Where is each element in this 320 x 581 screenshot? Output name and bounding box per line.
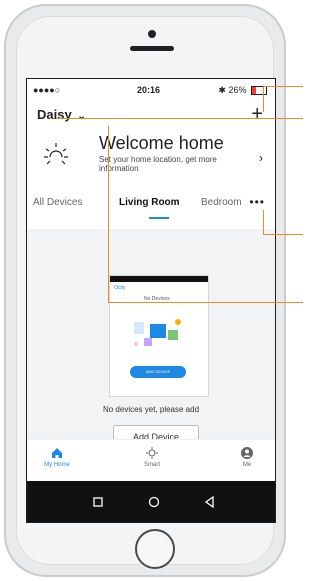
home-name: Daisy <box>37 107 72 122</box>
speaker-slot <box>130 46 174 51</box>
carrier-signal: ●●●●○ <box>33 85 61 95</box>
bluetooth-icon: ✱ <box>218 85 226 95</box>
sun-icon <box>146 447 158 459</box>
nav-my-home[interactable]: My Home <box>27 446 87 468</box>
app-preview-image: Ocity No Devices ADD DEVICE <box>109 275 209 397</box>
callout-line <box>108 126 109 302</box>
callout-line <box>263 86 303 87</box>
active-tab-indicator <box>149 217 169 219</box>
house-icon <box>52 448 62 458</box>
hardware-home-button[interactable] <box>135 529 175 569</box>
callout-line <box>108 302 303 303</box>
welcome-title: Welcome home <box>99 133 224 153</box>
camera-icon <box>148 30 156 38</box>
callout-line <box>263 86 264 112</box>
callout-line <box>263 210 264 234</box>
add-button[interactable]: + <box>251 104 263 124</box>
nav-label: Smart <box>143 462 160 468</box>
room-tabs: All Devices Living Room Bedroom ••• <box>27 195 275 219</box>
status-time: 20:16 <box>137 85 161 95</box>
header: Daisy ⌄ + <box>27 104 275 127</box>
nav-label: Me <box>242 462 252 468</box>
battery-percent: 26% <box>228 85 247 95</box>
phone-frame: ●●●●○ 20:16 ✱ 26% Daisy ⌄ + Welcome home… <box>4 4 303 577</box>
status-right: ✱ 26% <box>218 85 267 96</box>
nav-smart[interactable]: Smart <box>122 446 182 468</box>
chevron-right-icon: › <box>259 151 263 165</box>
welcome-subtitle: Set your home location, get more informa… <box>99 155 217 173</box>
person-icon <box>241 447 253 459</box>
bottom-navigation: My Home Smart Me <box>27 439 275 482</box>
welcome-card[interactable]: Welcome home Set your home location, get… <box>27 129 275 179</box>
nav-label: My Home <box>44 462 70 468</box>
circle-home-icon[interactable] <box>145 493 163 511</box>
preview-brand: Ocity <box>114 285 126 291</box>
square-recent-icon[interactable] <box>89 493 107 511</box>
devices-empty-state: Ocity No Devices ADD DEVICE No devices y… <box>27 229 275 449</box>
callout-line <box>263 234 303 235</box>
callout-line <box>57 118 303 119</box>
screen: ●●●●○ 20:16 ✱ 26% Daisy ⌄ + Welcome home… <box>26 78 276 523</box>
chevron-down-icon: ⌄ <box>77 111 86 122</box>
preview-status-bar <box>110 276 208 282</box>
sun-icon <box>44 143 68 165</box>
battery-icon <box>251 86 267 96</box>
tab-bedroom[interactable]: Bedroom <box>201 197 242 208</box>
preview-add-device-button: ADD DEVICE <box>130 366 186 378</box>
tab-living-room[interactable]: Living Room <box>119 197 180 208</box>
home-selector[interactable]: Daisy ⌄ <box>37 107 86 122</box>
nav-me[interactable]: Me <box>217 446 275 468</box>
status-bar: ●●●●○ 20:16 ✱ 26% <box>27 79 275 101</box>
android-navigation-bar <box>27 481 275 522</box>
empty-state-text: No devices yet, please add <box>102 405 200 414</box>
triangle-back-icon[interactable] <box>201 493 219 511</box>
tab-all-devices[interactable]: All Devices <box>33 197 82 208</box>
more-icon[interactable]: ••• <box>249 195 265 209</box>
devices-illustration <box>134 319 181 346</box>
